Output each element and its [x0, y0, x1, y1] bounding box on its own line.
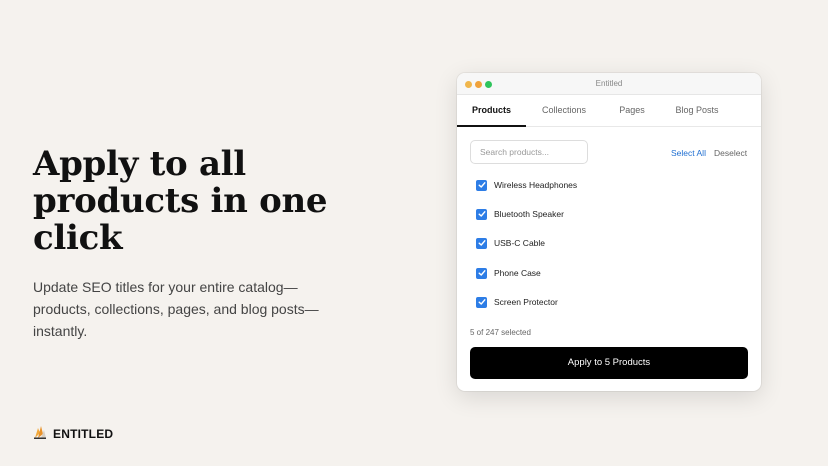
tab-collections[interactable]: Collections: [533, 95, 595, 127]
window-title: Entitled: [595, 79, 623, 88]
list-item: Bluetooth Speaker: [476, 208, 564, 220]
apply-button[interactable]: Apply to 5 Products: [470, 347, 748, 379]
list-item-label: Phone Case: [494, 268, 541, 278]
checkbox[interactable]: [476, 179, 487, 191]
tab-products[interactable]: Products: [457, 95, 526, 127]
brand-name: ENTITLED: [53, 427, 114, 441]
list-item-label: Wireless Headphones: [494, 180, 578, 190]
select-all-link[interactable]: Select All: [671, 148, 706, 158]
tab-pages[interactable]: Pages: [612, 95, 652, 127]
hero-title: Apply to all products in one click: [33, 144, 328, 258]
list-item-label: USB-C Cable: [494, 238, 546, 248]
hero-subtitle: Update SEO titles for your entire catalo…: [33, 279, 319, 339]
list-item: Wireless Headphones: [476, 179, 577, 191]
brand: ENTITLED: [33, 424, 114, 445]
selection-count: 5 of 247 selected: [470, 328, 531, 337]
checkmark-icon: [478, 240, 485, 246]
checkmark-icon: [478, 211, 485, 217]
list-item-label: Screen Protector: [494, 297, 558, 307]
brand-logo-icon: [33, 424, 47, 445]
app-window: Entitled Products Collections Pages Blog…: [457, 73, 761, 391]
checkmark-icon: [478, 182, 485, 188]
list-item-label: Bluetooth Speaker: [494, 209, 564, 219]
list-item: Phone Case: [476, 267, 541, 279]
checkbox[interactable]: [476, 296, 487, 308]
checkbox[interactable]: [476, 208, 487, 220]
tab-bar: Products Collections Pages Blog Posts: [457, 95, 761, 127]
list-item: USB-C Cable: [476, 237, 545, 249]
checkbox[interactable]: [476, 267, 487, 279]
tab-blog-posts[interactable]: Blog Posts: [669, 95, 725, 127]
checkmark-icon: [478, 270, 485, 276]
deselect-link[interactable]: Deselect: [714, 148, 747, 158]
list-item: Screen Protector: [476, 296, 558, 308]
window-titlebar: Entitled: [457, 73, 761, 95]
search-input[interactable]: Search products...: [470, 140, 588, 164]
checkmark-icon: [478, 299, 485, 305]
checkbox[interactable]: [476, 237, 487, 249]
